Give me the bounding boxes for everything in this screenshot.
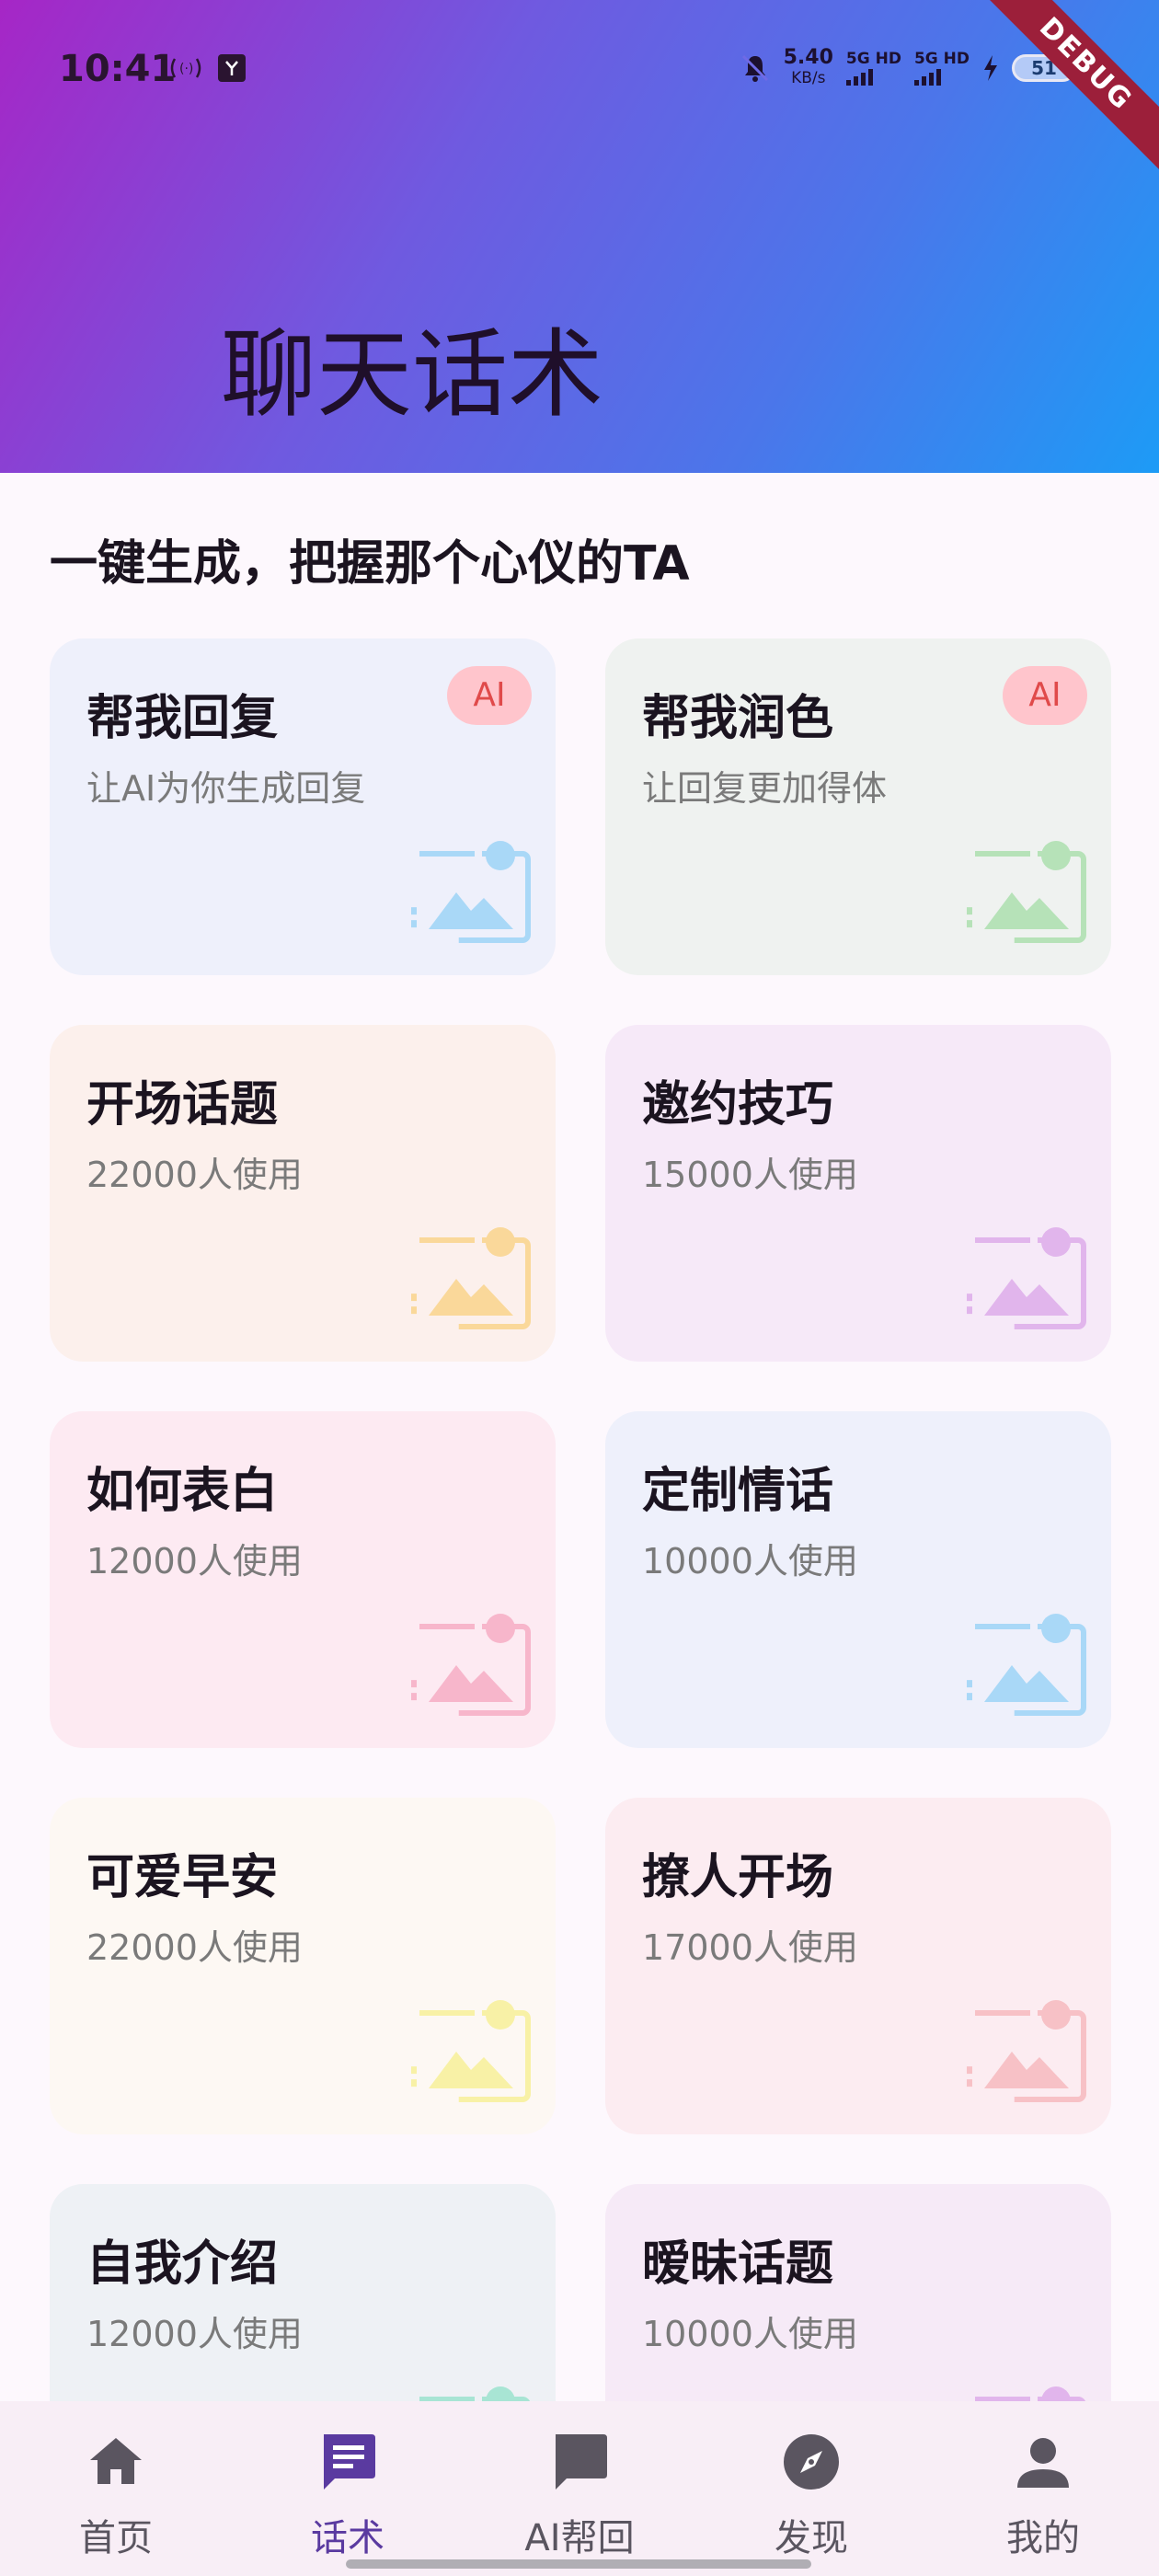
card-title: 暧昧话题 bbox=[642, 2237, 834, 2292]
nav-mine-label: 我的 bbox=[1006, 2517, 1080, 2559]
feature-card[interactable]: 开场话题 22000人使用 bbox=[50, 1025, 556, 1362]
nav-aihelp-label: AI帮回 bbox=[524, 2517, 635, 2559]
card-title: 如何表白 bbox=[86, 1464, 279, 1519]
ai-badge: AI bbox=[447, 666, 532, 725]
person-icon bbox=[1017, 2438, 1069, 2488]
bottom-nav: 首页 话术 AI帮回 发现 我的 bbox=[0, 2401, 1159, 2576]
feature-card[interactable]: 撩人开场 17000人使用 bbox=[605, 1798, 1111, 2134]
feature-card[interactable]: 帮我润色让回复更加得体 AI bbox=[605, 638, 1111, 975]
feature-card[interactable]: 可爱早安 22000人使用 bbox=[50, 1798, 556, 2134]
net-speed-unit: KB/s bbox=[791, 69, 826, 87]
app-notification-icon bbox=[218, 54, 246, 82]
card-subtitle: 12000人使用 bbox=[86, 1541, 303, 1581]
compass-icon bbox=[784, 2434, 839, 2490]
nav-home-label: 首页 bbox=[79, 2517, 153, 2559]
signal-2-bars-icon bbox=[913, 67, 941, 86]
card-title: 可爱早安 bbox=[86, 1850, 279, 1905]
mute-bell-icon bbox=[741, 54, 768, 82]
ai-badge: AI bbox=[1003, 666, 1087, 725]
card-title: 开场话题 bbox=[86, 1077, 279, 1133]
chat-bubble-icon bbox=[556, 2434, 607, 2490]
network-speed: 5.40 KB/s bbox=[784, 48, 833, 88]
image-placeholder-icon bbox=[967, 1227, 1086, 1329]
nav-aihelp[interactable]: AI帮回 bbox=[488, 2429, 671, 2561]
card-subtitle: 让AI为你生成回复 bbox=[86, 768, 366, 809]
signal-2: 5G HD bbox=[913, 50, 970, 86]
signal-1: 5G HD bbox=[845, 50, 901, 86]
card-title: 帮我润色 bbox=[642, 691, 834, 746]
image-placeholder-icon bbox=[411, 1614, 531, 1716]
nav-discover[interactable]: 发现 bbox=[719, 2429, 903, 2561]
card-title: 帮我回复 bbox=[86, 691, 279, 746]
card-subtitle: 12000人使用 bbox=[86, 2314, 303, 2354]
section-title: 一键生成，把握那个心仪的TA bbox=[50, 536, 690, 592]
image-placeholder-icon bbox=[967, 841, 1086, 943]
card-subtitle: 10000人使用 bbox=[642, 2314, 858, 2354]
card-title: 自我介绍 bbox=[86, 2237, 279, 2292]
home-icon bbox=[90, 2438, 142, 2484]
signal-1-bars-icon bbox=[845, 67, 873, 86]
card-subtitle: 10000人使用 bbox=[642, 1541, 858, 1581]
page-title: 聊天话术 bbox=[221, 318, 604, 431]
card-subtitle: 22000人使用 bbox=[86, 1927, 303, 1968]
image-placeholder-icon bbox=[411, 841, 531, 943]
status-bar: 10:41 (·) 5.40 KB/s 5G HD 5G HD 51 bbox=[0, 0, 1159, 138]
card-title: 邀约技巧 bbox=[642, 1077, 834, 1133]
signal-2-label: 5G HD bbox=[913, 50, 970, 68]
card-subtitle: 15000人使用 bbox=[642, 1155, 858, 1195]
nav-huashu-label: 话术 bbox=[311, 2517, 384, 2559]
image-placeholder-icon bbox=[967, 1614, 1086, 1716]
net-speed-value: 5.40 bbox=[783, 46, 833, 69]
signal-1-label: 5G HD bbox=[845, 50, 901, 68]
card-title: 撩人开场 bbox=[642, 1850, 834, 1905]
feature-card[interactable]: 定制情话 10000人使用 bbox=[605, 1411, 1111, 1748]
image-placeholder-icon bbox=[411, 1227, 531, 1329]
card-subtitle: 17000人使用 bbox=[642, 1927, 858, 1968]
card-subtitle: 22000人使用 bbox=[86, 1155, 303, 1195]
status-time: 10:41 bbox=[59, 48, 177, 90]
home-indicator[interactable] bbox=[346, 2559, 811, 2569]
card-subtitle: 让回复更加得体 bbox=[642, 768, 888, 809]
image-placeholder-icon bbox=[967, 2000, 1086, 2102]
feature-card[interactable]: 帮我回复让AI为你生成回复 AI bbox=[50, 638, 556, 975]
image-placeholder-icon bbox=[411, 2000, 531, 2102]
hotspot-icon: (·) bbox=[170, 58, 201, 78]
chat-script-icon bbox=[324, 2434, 375, 2490]
status-left-icons: (·) bbox=[169, 53, 247, 83]
header-banner: 10:41 (·) 5.40 KB/s 5G HD 5G HD 51 DEBUG… bbox=[0, 0, 1159, 473]
svg-text:(·): (·) bbox=[179, 62, 193, 76]
nav-mine[interactable]: 我的 bbox=[951, 2429, 1135, 2561]
charging-icon bbox=[984, 55, 997, 81]
nav-home[interactable]: 首页 bbox=[24, 2429, 208, 2561]
feature-card[interactable]: 如何表白 12000人使用 bbox=[50, 1411, 556, 1748]
card-title: 定制情话 bbox=[642, 1464, 834, 1519]
status-right: 5.40 KB/s 5G HD 5G HD 51 bbox=[740, 48, 1076, 88]
app-screen: 10:41 (·) 5.40 KB/s 5G HD 5G HD 51 DEBUG… bbox=[0, 0, 1159, 2576]
nav-huashu[interactable]: 话术 bbox=[256, 2429, 440, 2561]
feature-card[interactable]: 邀约技巧 15000人使用 bbox=[605, 1025, 1111, 1362]
nav-discover-label: 发现 bbox=[775, 2517, 848, 2559]
